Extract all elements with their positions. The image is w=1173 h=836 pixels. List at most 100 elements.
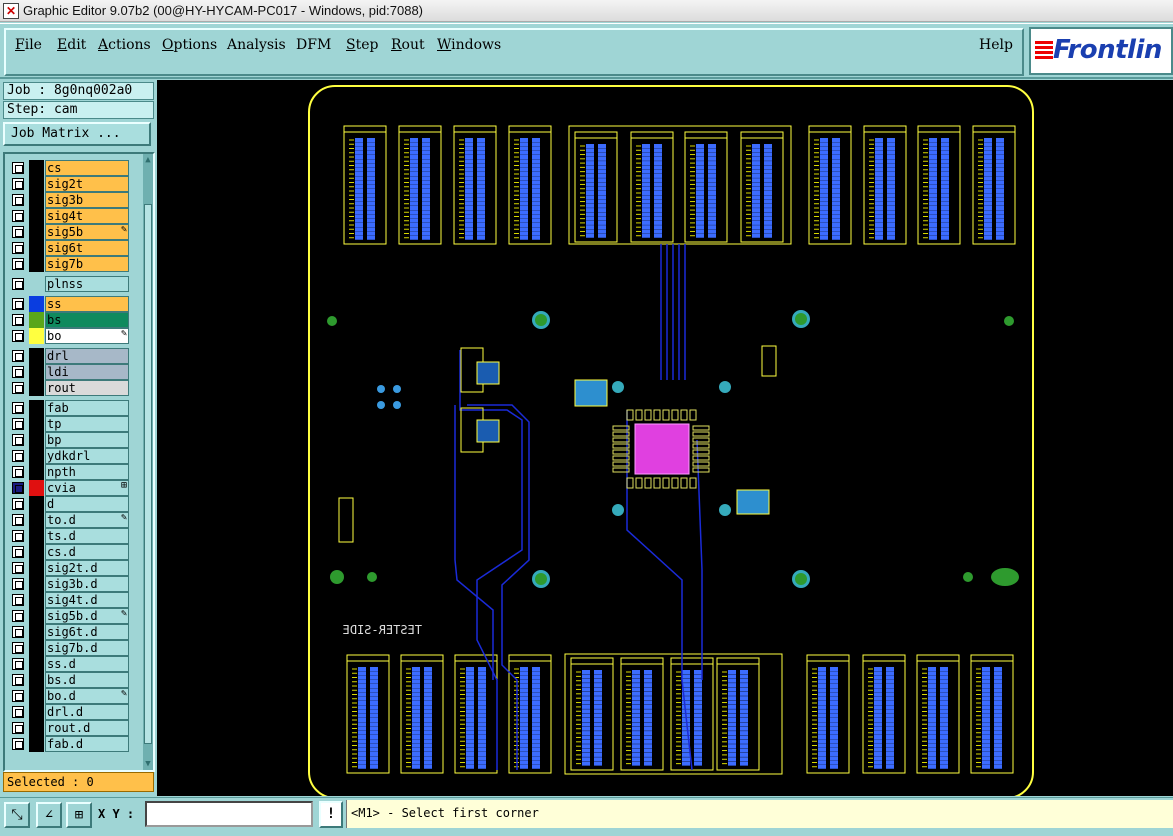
layer-row-sig7b-d[interactable]: sig7b.d bbox=[8, 640, 129, 656]
layer-checkbox[interactable] bbox=[12, 450, 24, 462]
layer-checkbox[interactable] bbox=[12, 434, 24, 446]
layer-checkbox[interactable] bbox=[12, 278, 24, 290]
menu-analysis[interactable]: Analysis bbox=[227, 37, 286, 53]
layer-name[interactable]: ldi bbox=[45, 364, 129, 380]
layer-name[interactable]: sig2t.d bbox=[45, 560, 129, 576]
layer-row-sig3b-d[interactable]: sig3b.d bbox=[8, 576, 129, 592]
grid-snap-icon[interactable]: ⊞ bbox=[66, 802, 92, 828]
layer-checkbox[interactable] bbox=[12, 162, 24, 174]
layer-name[interactable]: sig4t bbox=[45, 208, 129, 224]
layer-checkbox[interactable] bbox=[12, 258, 24, 270]
menu-windows[interactable]: Windows bbox=[437, 37, 501, 53]
layer-scrollbar[interactable]: ▲ ▼ bbox=[143, 154, 153, 770]
layer-row-to-d[interactable]: to.d ✎ bbox=[8, 512, 129, 528]
menu-help[interactable]: Help bbox=[979, 37, 1013, 53]
layer-checkbox[interactable] bbox=[12, 226, 24, 238]
layer-checkbox[interactable] bbox=[12, 242, 24, 254]
layer-checkbox[interactable] bbox=[12, 546, 24, 558]
scroll-thumb[interactable] bbox=[144, 204, 152, 744]
layer-name[interactable]: sig6t.d bbox=[45, 624, 129, 640]
layer-checkbox[interactable] bbox=[12, 350, 24, 362]
layer-name[interactable]: fab.d bbox=[45, 736, 129, 752]
layer-checkbox[interactable] bbox=[12, 466, 24, 478]
layer-name[interactable]: bs.d bbox=[45, 672, 129, 688]
layer-color-swatch[interactable] bbox=[29, 160, 44, 176]
layer-row-sig5b-d[interactable]: sig5b.d ✎ bbox=[8, 608, 129, 624]
layer-color-swatch[interactable] bbox=[29, 720, 44, 736]
layer-color-swatch[interactable] bbox=[29, 544, 44, 560]
layer-color-swatch[interactable] bbox=[29, 608, 44, 624]
layer-color-swatch[interactable] bbox=[29, 496, 44, 512]
layer-row-ts-d[interactable]: ts.d bbox=[8, 528, 129, 544]
layer-row-ydkdrl[interactable]: ydkdrl bbox=[8, 448, 129, 464]
layer-color-swatch[interactable] bbox=[29, 176, 44, 192]
layer-name[interactable]: ydkdrl bbox=[45, 448, 129, 464]
layer-checkbox[interactable] bbox=[12, 330, 24, 342]
xy-input[interactable] bbox=[145, 801, 313, 827]
layer-checkbox[interactable] bbox=[12, 626, 24, 638]
layer-row-sig5b[interactable]: sig5b ✎ bbox=[8, 224, 129, 240]
menu-dfm[interactable]: DFM bbox=[296, 37, 331, 53]
layer-row-cs-d[interactable]: cs.d bbox=[8, 544, 129, 560]
layer-name[interactable]: drl bbox=[45, 348, 129, 364]
layer-row-sig7b[interactable]: sig7b bbox=[8, 256, 129, 272]
layer-row-sig2t-d[interactable]: sig2t.d bbox=[8, 560, 129, 576]
layer-name[interactable]: rout bbox=[45, 380, 129, 396]
layer-checkbox[interactable] bbox=[12, 706, 24, 718]
menu-options[interactable]: Options bbox=[162, 37, 217, 53]
layer-color-swatch[interactable] bbox=[29, 640, 44, 656]
menu-rout[interactable]: Rout bbox=[391, 37, 425, 53]
measure-tool-icon[interactable]: ∠ bbox=[36, 802, 62, 828]
layer-name[interactable]: sig3b bbox=[45, 192, 129, 208]
layer-name[interactable]: rout.d bbox=[45, 720, 129, 736]
layer-color-swatch[interactable] bbox=[29, 224, 44, 240]
layer-row-fab[interactable]: fab bbox=[8, 400, 129, 416]
layer-color-swatch[interactable] bbox=[29, 276, 44, 292]
layer-row-sig2t[interactable]: sig2t bbox=[8, 176, 129, 192]
layer-color-swatch[interactable] bbox=[29, 328, 44, 344]
layer-color-swatch[interactable] bbox=[29, 688, 44, 704]
layer-row-drl[interactable]: drl bbox=[8, 348, 129, 364]
menu-file[interactable]: File bbox=[15, 37, 42, 53]
layer-color-swatch[interactable] bbox=[29, 512, 44, 528]
pcb-board-view[interactable]: TESTER-SIDE bbox=[157, 80, 1173, 796]
layer-name[interactable]: ss bbox=[45, 296, 129, 312]
layer-row-drl-d[interactable]: drl.d bbox=[8, 704, 129, 720]
layer-row-bs-d[interactable]: bs.d bbox=[8, 672, 129, 688]
layer-checkbox[interactable] bbox=[12, 194, 24, 206]
layer-color-swatch[interactable] bbox=[29, 296, 44, 312]
layer-row-npth[interactable]: npth bbox=[8, 464, 129, 480]
layer-row-sig6t[interactable]: sig6t bbox=[8, 240, 129, 256]
layer-name[interactable]: fab bbox=[45, 400, 129, 416]
layer-name[interactable]: cs bbox=[45, 160, 129, 176]
layer-name[interactable]: tp bbox=[45, 416, 129, 432]
layer-name[interactable]: cvia bbox=[45, 480, 129, 496]
layer-color-swatch[interactable] bbox=[29, 464, 44, 480]
layer-color-swatch[interactable] bbox=[29, 432, 44, 448]
layer-name[interactable]: sig2t bbox=[45, 176, 129, 192]
layer-color-swatch[interactable] bbox=[29, 704, 44, 720]
layer-color-swatch[interactable] bbox=[29, 348, 44, 364]
layer-color-swatch[interactable] bbox=[29, 448, 44, 464]
graphic-canvas[interactable]: TESTER-SIDE bbox=[157, 80, 1173, 796]
menu-edit[interactable]: Edit bbox=[57, 37, 86, 53]
layer-checkbox[interactable] bbox=[12, 610, 24, 622]
layer-row-rout-d[interactable]: rout.d bbox=[8, 720, 129, 736]
layer-checkbox[interactable] bbox=[12, 366, 24, 378]
layer-checkbox[interactable] bbox=[12, 514, 24, 526]
layer-checkbox[interactable] bbox=[12, 210, 24, 222]
layer-row-plnss[interactable]: plnss bbox=[8, 276, 129, 292]
layer-name[interactable]: d bbox=[45, 496, 129, 512]
layer-name[interactable]: ts.d bbox=[45, 528, 129, 544]
layer-name[interactable]: sig4t.d bbox=[45, 592, 129, 608]
layer-checkbox[interactable] bbox=[12, 402, 24, 414]
menu-actions[interactable]: Actions bbox=[98, 37, 151, 53]
layer-checkbox[interactable] bbox=[12, 578, 24, 590]
layer-row-bo[interactable]: bo ✎ bbox=[8, 328, 129, 344]
layer-row-bo-d[interactable]: bo.d ✎ bbox=[8, 688, 129, 704]
layer-row-cs[interactable]: cs bbox=[8, 160, 129, 176]
layer-color-swatch[interactable] bbox=[29, 480, 44, 496]
layer-row-cvia[interactable]: cvia ⊞ bbox=[8, 480, 129, 496]
layer-color-swatch[interactable] bbox=[29, 240, 44, 256]
layer-name[interactable]: to.d bbox=[45, 512, 129, 528]
